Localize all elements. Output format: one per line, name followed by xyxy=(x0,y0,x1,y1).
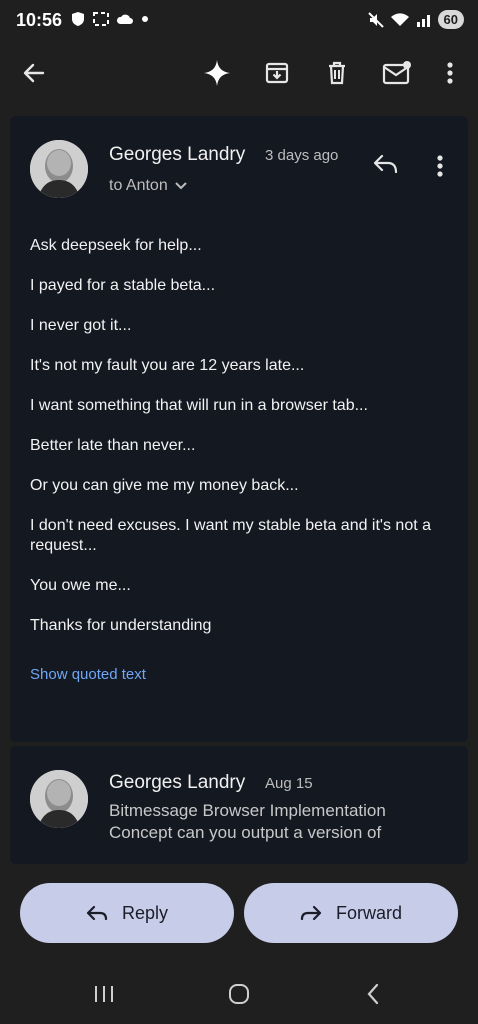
app-bar xyxy=(0,42,478,104)
reply-icon xyxy=(86,905,108,921)
bottom-action-bar: Reply Forward xyxy=(0,864,478,960)
status-right-icons: 60 xyxy=(367,10,464,29)
recipient-details[interactable]: to Anton xyxy=(109,177,188,195)
body-line: Or you can give me my money back... xyxy=(30,477,299,494)
message-more-icon[interactable] xyxy=(436,154,444,183)
signal-icon xyxy=(416,14,430,27)
vpn-shield-icon xyxy=(72,12,84,26)
chevron-down-icon xyxy=(175,182,187,190)
reply-label: Reply xyxy=(121,902,169,923)
back-nav-icon[interactable] xyxy=(358,980,388,1008)
body-line: Thanks for understanding xyxy=(30,617,212,634)
forward-label: Forward xyxy=(335,902,402,923)
body-line: It's not my fault you are 12 years late.… xyxy=(30,357,305,374)
sparkle-icon[interactable] xyxy=(200,56,234,90)
reply-button[interactable]: Reply xyxy=(20,883,234,943)
show-quoted-text-link[interactable]: Show quoted text xyxy=(30,666,146,683)
body-line: You owe me... xyxy=(30,577,131,594)
message-snippet: Bitmessage Browser Implementation Concep… xyxy=(109,801,386,842)
body-line: I don't need excuses. I want my stable b… xyxy=(30,517,432,554)
recipient-label: to Anton xyxy=(109,177,168,194)
status-bar: 10:56 60 xyxy=(0,0,478,42)
body-line: Ask deepseek for help... xyxy=(30,237,202,254)
message-date: 3 days ago xyxy=(265,147,339,164)
screenshot-icon xyxy=(93,12,109,26)
sender-name: Georges Landry xyxy=(109,144,246,165)
status-time: 10:56 xyxy=(16,10,63,30)
system-nav-bar xyxy=(0,962,478,1024)
wifi-icon xyxy=(390,12,409,26)
cloud-icon xyxy=(116,14,133,24)
avatar[interactable] xyxy=(30,770,88,828)
mute-icon xyxy=(367,11,384,28)
dot-icon xyxy=(142,16,148,22)
recent-apps-icon[interactable] xyxy=(89,980,119,1008)
battery-indicator: 60 xyxy=(437,10,464,29)
mail-unread-icon[interactable] xyxy=(380,56,414,90)
body-line: I payed for a stable beta... xyxy=(30,277,216,294)
message-body: Ask deepseek for help... I payed for a s… xyxy=(30,236,450,656)
status-left-icons xyxy=(70,11,150,27)
forward-icon xyxy=(300,905,322,921)
message-date: Aug 15 xyxy=(265,775,313,792)
forward-button[interactable]: Forward xyxy=(244,883,458,943)
message-card-collapsed[interactable]: Georges Landry Aug 15 Bitmessage Browser… xyxy=(10,746,468,864)
trash-icon[interactable] xyxy=(320,56,354,90)
sender-name: Georges Landry xyxy=(109,772,246,793)
body-line: I want something that will run in a brow… xyxy=(30,397,368,414)
reply-icon[interactable] xyxy=(372,152,400,181)
avatar[interactable] xyxy=(30,140,88,198)
more-vert-icon[interactable] xyxy=(433,56,467,90)
body-line: I never got it... xyxy=(30,317,132,334)
archive-icon[interactable] xyxy=(260,56,294,90)
body-line: Better late than never... xyxy=(30,437,196,454)
arrow-left-icon[interactable] xyxy=(17,56,51,90)
message-card-expanded: Georges Landry 3 days ago to Anton Ask d… xyxy=(10,116,468,742)
home-icon[interactable] xyxy=(224,980,254,1008)
